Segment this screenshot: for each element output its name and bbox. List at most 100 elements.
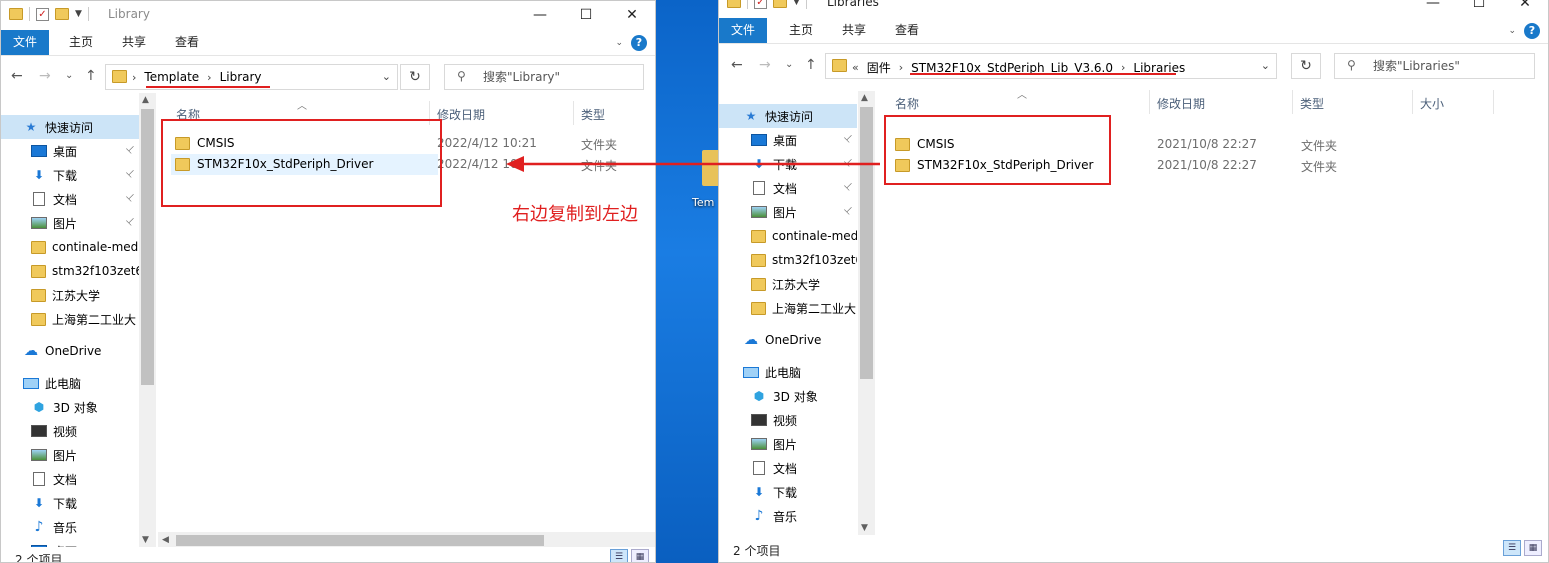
column-separator[interactable]	[573, 101, 574, 125]
sidebar-scrollbar[interactable]: ▲ ▼	[139, 93, 156, 547]
refresh-button[interactable]: ↻	[400, 64, 430, 90]
tab-view[interactable]: 查看	[883, 18, 931, 43]
pin-icon[interactable]: ⊥	[842, 180, 856, 194]
address-dropdown-icon[interactable]: ⌄	[1261, 59, 1270, 72]
help-icon[interactable]: ?	[631, 35, 647, 51]
customize-toolbar-icon[interactable]: ▼	[793, 0, 800, 7]
desktop-folder-icon[interactable]	[702, 150, 718, 186]
up-button[interactable]: ↑	[805, 57, 817, 73]
column-name[interactable]: 名称	[176, 106, 200, 123]
tab-share[interactable]: 共享	[830, 18, 878, 43]
tab-file[interactable]: 文件	[1, 30, 50, 55]
tab-home[interactable]: 主页	[777, 18, 825, 43]
scroll-down-icon[interactable]: ▼	[861, 523, 868, 533]
tab-file[interactable]: 文件	[719, 18, 768, 43]
breadcrumb-separator[interactable]: ›	[207, 71, 211, 84]
forward-button[interactable]: →	[39, 68, 51, 84]
large-icons-view-button[interactable]: ▦	[1524, 540, 1542, 556]
column-date[interactable]: 修改日期	[437, 106, 485, 123]
address-bar[interactable]: › Template › Library ⌄	[105, 64, 398, 90]
scrollbar-thumb[interactable]	[176, 535, 544, 546]
column-separator[interactable]	[1149, 90, 1150, 114]
column-name[interactable]: 名称	[895, 95, 919, 112]
title-bar[interactable]: ✓ ▼ Libraries — ☐ ✕	[719, 0, 1548, 17]
file-row[interactable]: STM32F10x_StdPeriph_Driver 2022/4/12 10 文件…	[171, 154, 617, 175]
scroll-down-icon[interactable]: ▼	[142, 535, 149, 545]
new-folder-icon[interactable]	[55, 8, 69, 20]
sidebar-item[interactable]: ♪ 音乐	[1, 515, 139, 539]
sidebar-item[interactable]: stm32f103zet6i	[719, 248, 857, 272]
back-button[interactable]: ←	[11, 68, 23, 84]
search-box[interactable]: ⚲	[444, 64, 644, 90]
sidebar-item[interactable]: ⬇ 下载 ⊥	[1, 163, 139, 187]
sidebar-item[interactable]: continale-medi	[1, 235, 139, 259]
sidebar-item[interactable]: 文档	[719, 456, 857, 480]
customize-toolbar-icon[interactable]: ▼	[75, 9, 82, 19]
title-bar[interactable]: ✓ ▼ Library — ☐ ✕	[1, 1, 655, 29]
file-row[interactable]: CMSIS 2022/4/12 10:21 文件夹	[171, 133, 617, 154]
close-button[interactable]: ✕	[1502, 0, 1548, 17]
sidebar-item[interactable]: 此电脑	[719, 360, 857, 384]
sidebar-item[interactable]: 江苏大学	[719, 272, 857, 296]
properties-icon[interactable]: ✓	[36, 7, 49, 21]
breadcrumb-item[interactable]: Libraries	[1133, 61, 1185, 75]
sidebar-item[interactable]: ☁ OneDrive	[719, 328, 857, 352]
desktop-folder-label[interactable]: Tem	[692, 196, 714, 209]
file-row[interactable]: STM32F10x_StdPeriph_Driver 2021/10/8 22:2…	[891, 155, 1337, 176]
breadcrumb-item[interactable]: STM32F10x_StdPeriph_Lib_V3.6.0	[911, 61, 1113, 75]
search-box[interactable]: ⚲	[1334, 53, 1535, 79]
scrollbar-thumb[interactable]	[860, 107, 873, 379]
column-type[interactable]: 类型	[1300, 95, 1324, 112]
address-bar[interactable]: « 固件 › STM32F10x_StdPeriph_Lib_V3.6.0 › …	[825, 53, 1277, 79]
sidebar-item[interactable]: 图片	[1, 443, 139, 467]
sidebar-item[interactable]: 图片 ⊥	[719, 200, 857, 224]
pin-icon[interactable]: ⊥	[124, 143, 138, 157]
sidebar-item[interactable]: ⬇ 下载 ⊥	[719, 152, 857, 176]
breadcrumb-item[interactable]: Template	[144, 70, 199, 84]
sidebar-item[interactable]: 此电脑	[1, 371, 139, 395]
pin-icon[interactable]: ⊥	[124, 191, 138, 205]
sidebar-item[interactable]: ⬇ 下载	[1, 491, 139, 515]
pin-icon[interactable]: ⊥	[842, 156, 856, 170]
column-separator[interactable]	[1493, 90, 1494, 114]
file-row[interactable]: CMSIS 2021/10/8 22:27 文件夹	[891, 134, 1337, 155]
scroll-up-icon[interactable]: ▲	[142, 95, 149, 105]
sidebar-item[interactable]: 视频	[719, 408, 857, 432]
sidebar-item[interactable]: 文档 ⊥	[719, 176, 857, 200]
forward-button[interactable]: →	[759, 57, 771, 73]
help-icon[interactable]: ?	[1524, 23, 1540, 39]
sidebar-item[interactable]: ★ 快速访问	[1, 115, 139, 139]
sidebar-item[interactable]: stm32f103zet6i	[1, 259, 139, 283]
back-button[interactable]: ←	[731, 57, 743, 73]
sidebar-scrollbar[interactable]: ▲ ▼	[858, 91, 875, 535]
breadcrumb-overflow[interactable]: «	[852, 61, 859, 74]
minimize-button[interactable]: —	[1410, 0, 1456, 17]
sidebar-item[interactable]: 图片 ⊥	[1, 211, 139, 235]
sidebar-item[interactable]: 上海第二工业大	[1, 307, 139, 331]
details-view-button[interactable]: ☰	[610, 549, 628, 562]
sidebar-item[interactable]: 图片	[719, 432, 857, 456]
column-separator[interactable]	[1412, 90, 1413, 114]
sidebar-item[interactable]: 江苏大学	[1, 283, 139, 307]
column-separator[interactable]	[1292, 90, 1293, 114]
refresh-button[interactable]: ↻	[1291, 53, 1321, 79]
breadcrumb-separator[interactable]: ›	[899, 61, 903, 74]
sidebar-item[interactable]: ★ 快速访问	[719, 104, 857, 128]
sidebar-item[interactable]: ⬢ 3D 对象	[1, 395, 139, 419]
breadcrumb-separator[interactable]: ›	[132, 71, 136, 84]
column-date[interactable]: 修改日期	[1157, 95, 1205, 112]
address-dropdown-icon[interactable]: ⌄	[382, 70, 391, 83]
pin-icon[interactable]: ⊥	[842, 132, 856, 146]
sidebar-item[interactable]: ⬢ 3D 对象	[719, 384, 857, 408]
sidebar-item[interactable]: 文档 ⊥	[1, 187, 139, 211]
maximize-button[interactable]: ☐	[1456, 0, 1502, 17]
column-type[interactable]: 类型	[581, 106, 605, 123]
sidebar-item[interactable]: 桌面 ⊥	[719, 128, 857, 152]
tab-share[interactable]: 共享	[110, 30, 158, 55]
sidebar-item[interactable]: ☁ OneDrive	[1, 339, 139, 363]
pin-icon[interactable]: ⊥	[124, 167, 138, 181]
tab-view[interactable]: 查看	[163, 30, 211, 55]
properties-icon[interactable]: ✓	[754, 0, 767, 9]
pin-icon[interactable]: ⊥	[842, 204, 856, 218]
sidebar-item[interactable]: 上海第二工业大	[719, 296, 857, 320]
